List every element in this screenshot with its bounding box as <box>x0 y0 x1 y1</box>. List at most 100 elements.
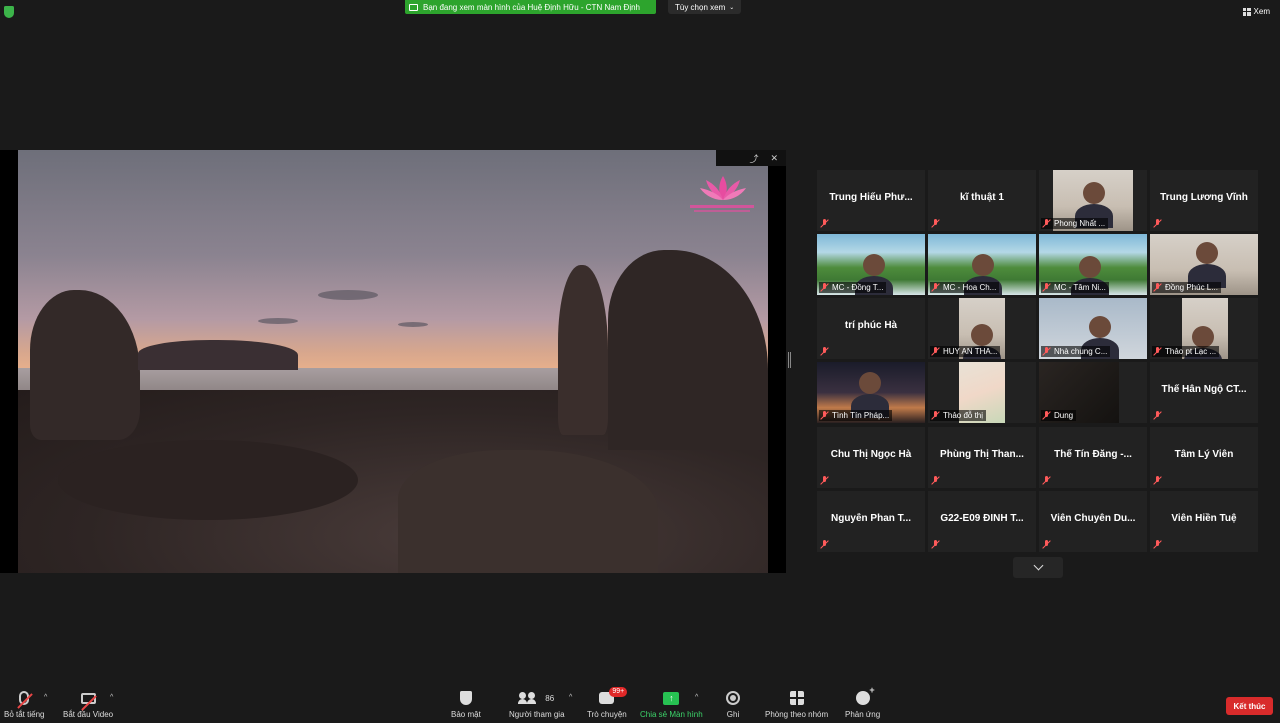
participant-tile[interactable]: Nguyễn Phan T... <box>817 491 925 552</box>
participant-name: Viên Hiền Tuệ <box>1171 513 1237 524</box>
reactions-button[interactable]: Phản ứng <box>845 685 881 719</box>
share-screen-button[interactable]: ↑ Chia sẻ Màn hình <box>640 690 703 719</box>
breakout-rooms-label: Phòng theo nhóm <box>765 710 829 719</box>
share-options-caret-icon[interactable]: ^ <box>695 694 698 701</box>
participant-tile[interactable]: HUY AN THA... <box>928 298 1036 359</box>
participant-avatar <box>1184 326 1222 359</box>
participant-avatar <box>963 324 1001 359</box>
muted-mic-icon <box>820 476 829 485</box>
participant-tile[interactable]: Thế Hân Ngộ CT... <box>1150 362 1258 423</box>
participant-name-label: MC - Hoa Ch... <box>930 282 1000 293</box>
chat-button[interactable]: 99+ Trò chuyện <box>587 687 628 719</box>
participant-tile[interactable]: Tâm Lý Viên <box>1150 427 1258 488</box>
close-icon[interactable]: ✕ <box>770 153 778 164</box>
chat-unread-badge: 99+ <box>609 687 628 697</box>
chevron-down-icon <box>1033 560 1043 571</box>
end-meeting-button[interactable]: Kết thúc <box>1226 697 1273 715</box>
participant-tile[interactable]: Nhà chung C... <box>1039 298 1147 359</box>
participant-name: Viên Chuyên Du... <box>1050 513 1136 524</box>
participant-name-label: Đồng Phúc L... <box>1152 282 1221 293</box>
participant-avatar <box>1188 242 1226 288</box>
pop-out-icon[interactable]: ⤴ <box>749 152 758 165</box>
record-button[interactable]: Ghi <box>726 690 740 719</box>
muted-mic-icon <box>1042 411 1051 420</box>
view-toggle-label: Xem <box>1253 7 1270 16</box>
screen-icon <box>409 3 418 11</box>
participant-tile[interactable]: trí phúc Hà <box>817 298 925 359</box>
participant-tile[interactable]: Viên Hiền Tuệ <box>1150 491 1258 552</box>
muted-mic-icon <box>931 411 940 420</box>
participant-name: Phùng Thị Than... <box>940 449 1024 460</box>
muted-mic-icon <box>931 347 940 356</box>
participant-tile[interactable]: kĩ thuật 1 <box>928 170 1036 231</box>
unmute-label: Bỏ tắt tiếng <box>4 710 45 719</box>
shared-screen[interactable]: ⤴ ✕ <box>0 150 786 573</box>
video-options-caret-icon[interactable]: ^ <box>110 694 113 701</box>
split-view-handle[interactable] <box>788 352 791 368</box>
muted-mic-icon <box>820 411 829 420</box>
start-video-button[interactable]: Bắt đầu Video <box>63 690 113 719</box>
grid-icon <box>1242 7 1251 16</box>
participant-name-label: HUY AN THA... <box>930 346 1001 357</box>
participant-tile[interactable]: Trung Lương Vĩnh <box>1150 170 1258 231</box>
gallery-next-page-button[interactable] <box>1013 557 1063 578</box>
meeting-toolbar: Bỏ tắt tiếng ^ Bắt đầu Video ^ Bảo mật 8… <box>0 685 1280 723</box>
reactions-label: Phản ứng <box>845 710 881 719</box>
shared-screen-image <box>18 150 768 573</box>
participants-icon <box>518 692 537 704</box>
muted-mic-icon <box>820 540 829 549</box>
view-options-label: Tùy chọn xem <box>675 2 726 12</box>
breakout-rooms-icon <box>789 691 804 705</box>
muted-mic-icon <box>820 219 829 228</box>
participant-name: Thế Tín Đăng -... <box>1054 449 1132 460</box>
participant-tile[interactable]: Thảo pt Lạc ... <box>1150 298 1258 359</box>
participant-name: trí phúc Hà <box>844 320 898 331</box>
participant-tile[interactable]: Đồng Phúc L... <box>1150 234 1258 295</box>
share-window-controls: ⤴ ✕ <box>716 150 786 166</box>
view-options-button[interactable]: Tùy chọn xem ⌄ <box>668 0 742 14</box>
participant-avatar <box>1071 256 1109 295</box>
participant-tile[interactable]: Trung Hiếu Phư... <box>817 170 925 231</box>
participant-tile[interactable]: Thế Tín Đăng -... <box>1039 427 1147 488</box>
participant-tile[interactable]: Viên Chuyên Du... <box>1039 491 1147 552</box>
muted-mic-icon <box>820 347 829 356</box>
record-label: Ghi <box>726 710 740 719</box>
lotus-logo <box>700 176 746 200</box>
participant-tile[interactable]: Tình Tín Pháp... <box>817 362 925 423</box>
participant-tile[interactable]: MC - Hoa Ch... <box>928 234 1036 295</box>
security-button[interactable]: Bảo mật <box>451 690 481 719</box>
participant-tile[interactable]: Phùng Thị Than... <box>928 427 1036 488</box>
participant-avatar <box>964 254 1002 295</box>
muted-mic-icon <box>1042 283 1051 292</box>
muted-mic-icon <box>820 283 829 292</box>
participant-tile[interactable]: Dung <box>1039 362 1147 423</box>
participant-tile[interactable]: Thảo đỗ thị <box>928 362 1036 423</box>
record-icon <box>726 691 740 705</box>
security-shield-icon[interactable] <box>4 6 14 18</box>
participants-button[interactable]: 86 Người tham gia <box>509 690 565 719</box>
muted-mic-icon <box>1153 476 1162 485</box>
start-video-label: Bắt đầu Video <box>63 710 114 719</box>
participant-avatar <box>855 254 893 295</box>
participant-avatar <box>1081 316 1119 359</box>
participants-caret-icon[interactable]: ^ <box>569 694 572 701</box>
share-screen-icon: ↑ <box>663 691 680 705</box>
participant-tile[interactable]: Chu Thị Ngọc Hà <box>817 427 925 488</box>
participant-tile[interactable]: MC - Đồng T... <box>817 234 925 295</box>
breakout-rooms-button[interactable]: Phòng theo nhóm <box>765 690 828 719</box>
audio-options-caret-icon[interactable]: ^ <box>44 694 47 701</box>
view-toggle-button[interactable]: Xem <box>1242 7 1270 16</box>
participant-tile[interactable]: MC - Tâm Ni... <box>1039 234 1147 295</box>
participant-name: Trung Lương Vĩnh <box>1160 192 1248 203</box>
participant-name: kĩ thuật 1 <box>960 192 1004 203</box>
screen-share-banner: Bạn đang xem màn hình của Huệ Định Hữu -… <box>405 0 656 14</box>
participant-tile[interactable]: Phong Nhất ... <box>1039 170 1147 231</box>
participant-tile[interactable]: G22-E09 ĐINH T... <box>928 491 1036 552</box>
unmute-button[interactable]: Bỏ tắt tiếng <box>4 690 44 719</box>
muted-mic-icon <box>1153 411 1162 420</box>
participant-name-label: MC - Tâm Ni... <box>1041 282 1109 293</box>
participant-name: Chu Thị Ngọc Hà <box>830 449 912 460</box>
muted-mic-icon <box>1042 347 1051 356</box>
participant-name-label: MC - Đồng T... <box>819 282 887 293</box>
chat-icon: 99+ <box>599 687 628 704</box>
